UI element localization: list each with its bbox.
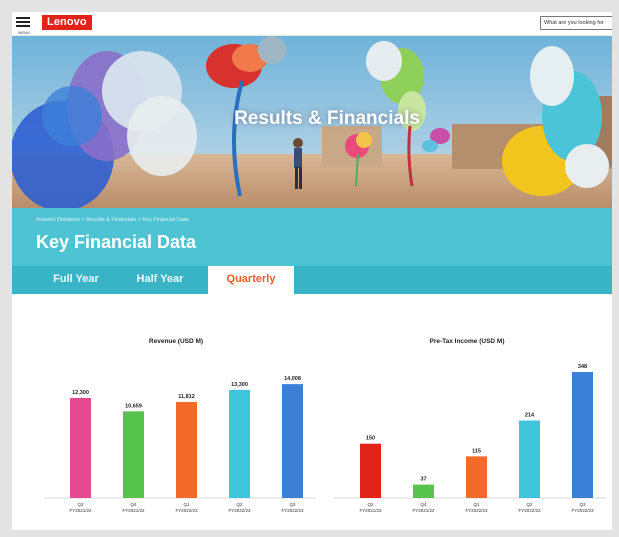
revenue-bar[interactable]: [282, 384, 303, 498]
pretax-bar[interactable]: [413, 484, 434, 498]
pretax-category-sublabel: FY2022/23: [465, 508, 488, 513]
revenue-value-label: 10,659: [125, 403, 142, 409]
pretax-category-label: Q2: [526, 502, 533, 507]
top-navigation-bar: MENU Lenovo What are you looking for: [12, 12, 612, 36]
revenue-category-label: Q3: [289, 502, 296, 507]
revenue-bar[interactable]: [229, 389, 250, 498]
pretax-bar[interactable]: [466, 456, 487, 498]
revenue-category-sublabel: FY2022/23: [228, 508, 251, 513]
revenue-chart: 12,300Q2FY2021/2210,659Q4FY2021/2211,812…: [44, 376, 316, 513]
pretax-value-label: 115: [472, 448, 481, 454]
tab-full-year[interactable]: Full Year: [36, 266, 116, 294]
pretax-value-label: 348: [578, 364, 587, 370]
section-header: Investor Relations > Results & Financial…: [12, 208, 612, 294]
pretax-chart-title: Pre-Tax Income (USD M): [429, 338, 505, 345]
revenue-chart-title: Revenue (USD M): [148, 338, 204, 345]
pretax-category-sublabel: FY2021/22: [359, 508, 382, 513]
revenue-value-label: 11,812: [178, 394, 195, 400]
revenue-bar[interactable]: [123, 411, 144, 498]
revenue-category-label: Q4: [130, 502, 137, 507]
hamburger-menu-icon[interactable]: [16, 17, 30, 31]
revenue-category-label: Q2: [77, 502, 84, 507]
pretax-bar[interactable]: [572, 372, 593, 498]
page-title: Key Financial Data: [36, 232, 197, 252]
revenue-value-label: 12,300: [72, 390, 89, 396]
hero-banner: Results & Financials: [12, 36, 612, 208]
pretax-category-label: Q3: [579, 502, 586, 507]
tab-half-year[interactable]: Half Year: [120, 266, 200, 294]
revenue-category-label: Q2: [236, 502, 243, 507]
breadcrumb[interactable]: Investor Relations > Results & Financial…: [36, 217, 189, 223]
revenue-category-sublabel: FY2022/23: [175, 508, 198, 513]
pretax-category-sublabel: FY2022/23: [571, 508, 594, 513]
pretax-value-label: 214: [525, 413, 535, 419]
pretax-chart: 150Q2FY2021/2237Q4FY2021/22115Q1FY2022/2…: [334, 364, 606, 513]
revenue-category-sublabel: FY2021/22: [69, 508, 92, 513]
pretax-value-label: 150: [366, 436, 375, 442]
pretax-category-sublabel: FY2021/22: [412, 508, 435, 513]
search-input[interactable]: What are you looking for: [540, 16, 612, 30]
browser-page: MENU Lenovo What are you looking for Res…: [12, 12, 612, 530]
pretax-category-label: Q1: [473, 502, 480, 507]
pretax-category-sublabel: FY2022/23: [518, 508, 541, 513]
charts-area: Revenue (USD M) Pre-Tax Income (USD M) 1…: [12, 294, 612, 530]
revenue-value-label: 13,300: [231, 382, 248, 388]
menu-caption: MENU: [18, 30, 30, 35]
pretax-bar[interactable]: [519, 420, 540, 498]
revenue-category-sublabel: FY2022/23: [281, 508, 304, 513]
hero-title: Results & Financials: [234, 108, 420, 129]
revenue-category-label: Q1: [183, 502, 190, 507]
pretax-category-label: Q4: [420, 502, 427, 507]
pretax-category-label: Q2: [367, 502, 374, 507]
pretax-bar[interactable]: [360, 443, 381, 498]
lenovo-logo[interactable]: Lenovo: [42, 15, 92, 30]
revenue-bar[interactable]: [70, 398, 91, 498]
pretax-value-label: 37: [420, 477, 426, 483]
tab-quarterly[interactable]: Quarterly: [208, 266, 294, 294]
revenue-category-sublabel: FY2021/22: [122, 508, 145, 513]
revenue-bar[interactable]: [176, 401, 197, 498]
revenue-value-label: 14,008: [284, 376, 301, 382]
